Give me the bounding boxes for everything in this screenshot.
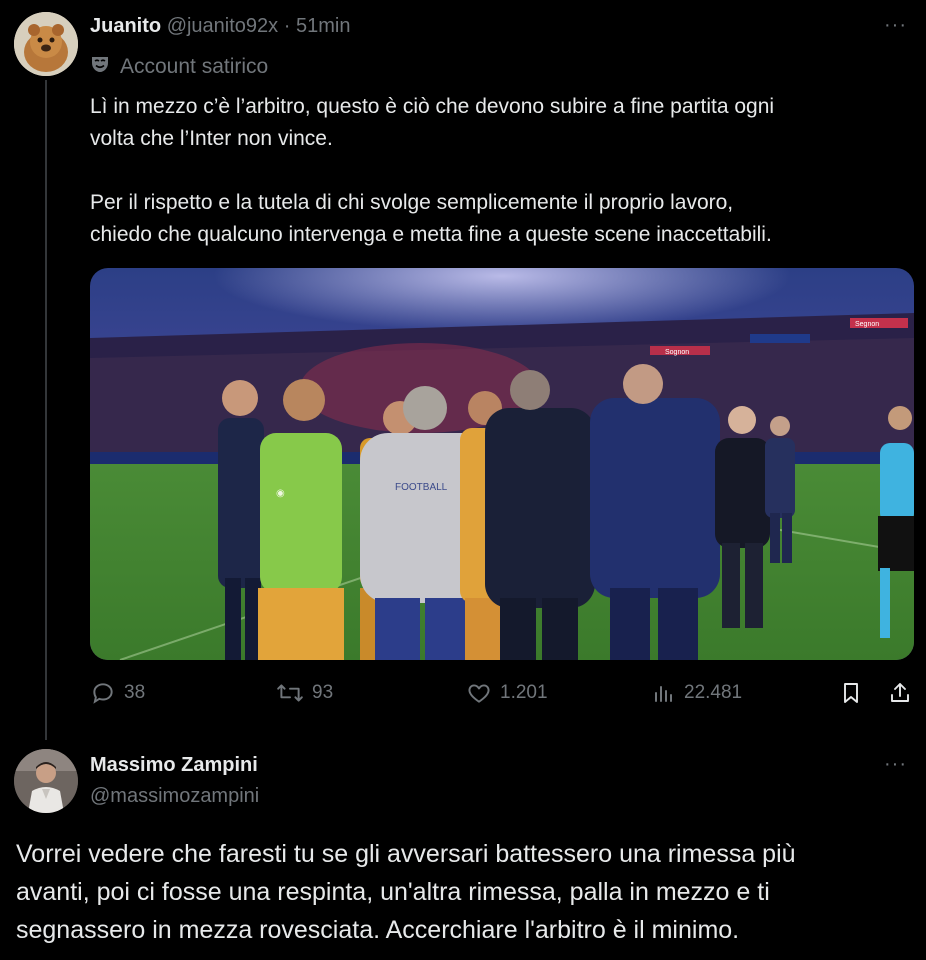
tweet1-handle[interactable]: @juanito92x — [167, 15, 278, 37]
satire-label: Account satirico — [90, 54, 268, 80]
tweet2-handle[interactable]: @massimozampini — [90, 785, 259, 807]
tweet2-text: Vorrei vedere che faresti tu se gli avve… — [16, 835, 896, 949]
views-button[interactable]: 22.481 — [652, 680, 742, 706]
bookmark-button[interactable] — [839, 680, 863, 706]
tweet1-action-bar: 38 93 1.201 22.481 — [90, 680, 916, 712]
repost-icon — [276, 680, 304, 706]
avatar-massimo-zampini[interactable] — [14, 749, 78, 813]
tweet2-display-name[interactable]: Massimo Zampini — [90, 754, 258, 776]
svg-text:◉: ◉ — [276, 488, 285, 499]
banner-text: Segnon — [855, 321, 879, 328]
tweet1-text-line: Lì in mezzo c’è l’arbitro, questo è ciò … — [90, 95, 775, 118]
tweet1-header: Juanito @juanito92x · 51min — [90, 15, 350, 38]
hoodie-text: FOOTBALL — [395, 482, 448, 493]
like-count: 1.201 — [500, 682, 548, 703]
tweet1-time[interactable]: 51min — [296, 15, 350, 37]
tweet1-more-icon[interactable]: ··· — [884, 14, 907, 37]
bookmark-icon — [839, 680, 863, 706]
tweet1-text: Lì in mezzo c’è l’arbitro, questo è ciò … — [90, 91, 910, 251]
tweet1-text-line: volta che l’Inter non vince. — [90, 127, 333, 150]
repost-count: 93 — [312, 682, 334, 703]
tweet1-photo[interactable]: Sognon Segnon ◉ FOOTBALL — [90, 268, 914, 660]
thread-connector-line — [45, 80, 47, 740]
repost-button[interactable]: 93 — [276, 680, 333, 706]
satire-label-text: Account satirico — [120, 55, 269, 78]
like-icon — [466, 680, 492, 706]
views-icon — [652, 680, 676, 706]
tweet1-text-line: Per il rispetto e la tutela di chi svolg… — [90, 191, 734, 214]
banner-text: Sognon — [665, 349, 689, 356]
views-count: 22.481 — [684, 682, 743, 703]
like-button[interactable]: 1.201 — [466, 680, 548, 706]
tweet2-text-line: avanti, poi ci fosse una respinta, un'al… — [16, 878, 770, 906]
share-icon — [888, 680, 912, 706]
share-button[interactable] — [888, 680, 912, 706]
satire-mask-icon — [90, 54, 110, 80]
tweet1-separator: · — [283, 15, 291, 37]
reply-count: 38 — [124, 682, 146, 703]
avatar-juanito[interactable] — [14, 12, 78, 76]
stadium-banner — [750, 334, 810, 343]
tweet2-more-icon[interactable]: ··· — [884, 753, 907, 776]
tweet1-display-name[interactable]: Juanito — [90, 15, 161, 37]
tweet2-text-line: Vorrei vedere che faresti tu se gli avve… — [16, 840, 796, 868]
tweet2-text-line: segnassero in mezza rovesciata. Accerchi… — [16, 916, 740, 944]
tweet2-handle-row: @massimozampini — [90, 785, 259, 808]
reply-icon — [90, 680, 116, 706]
reply-button[interactable]: 38 — [90, 680, 145, 706]
tweet2-display-name-row: Massimo Zampini — [90, 754, 258, 777]
stadium-photo-illustration: Sognon Segnon ◉ FOOTBALL — [90, 268, 914, 660]
tweet1-text-line: chiedo che qualcuno intervenga e metta f… — [90, 223, 772, 246]
